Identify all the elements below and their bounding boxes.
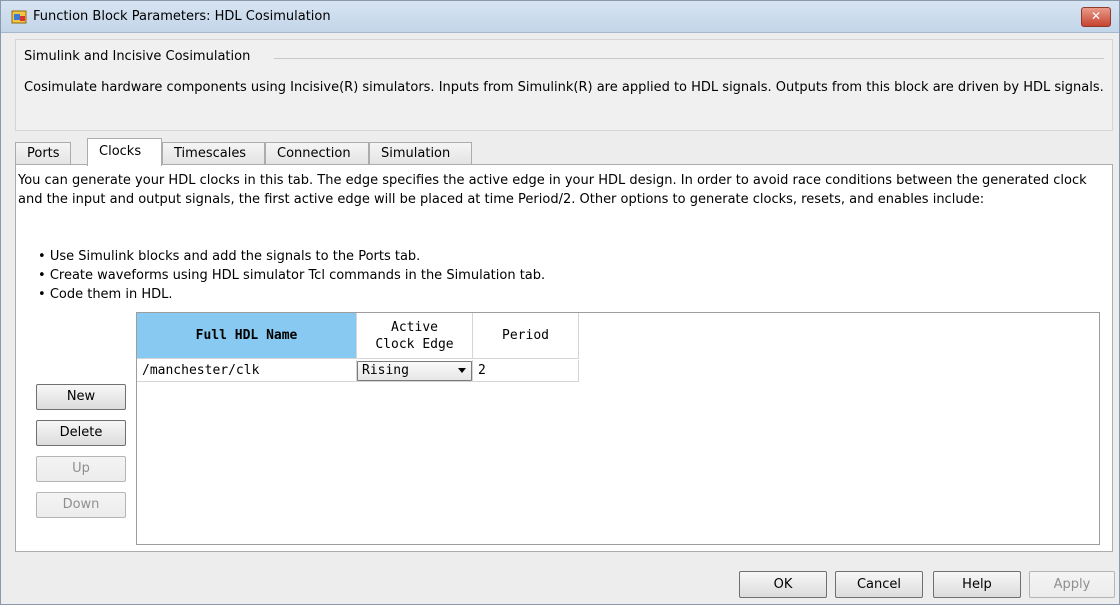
up-button[interactable]: Up [36,456,126,482]
window-title: Function Block Parameters: HDL Cosimulat… [33,9,331,24]
down-button[interactable]: Down [36,492,126,518]
close-icon: ✕ [1090,9,1102,23]
apply-button[interactable]: Apply [1029,571,1115,598]
column-header-active-clock-edge[interactable]: Active Clock Edge [357,313,473,359]
block-description-group: Simulink and Incisive Cosimulation Cosim… [15,39,1113,131]
list-item: Create waveforms using HDL simulator Tcl… [38,266,545,285]
delete-button[interactable]: Delete [36,420,126,446]
column-header-period[interactable]: Period [473,313,579,359]
group-title: Simulink and Incisive Cosimulation [24,49,251,64]
clocks-description: You can generate your HDL clocks in this… [18,173,1087,207]
list-item: Use Simulink blocks and add the signals … [38,247,545,266]
clocks-options-list: Use Simulink blocks and add the signals … [38,247,545,304]
column-header-full-hdl-name[interactable]: Full HDL Name [137,313,357,359]
cancel-button[interactable]: Cancel [835,571,923,598]
tab-simulation[interactable]: Simulation [369,142,472,165]
simulink-block-icon [11,10,27,24]
new-button[interactable]: New [36,384,126,410]
cell-full-hdl-name[interactable]: /manchester/clk [137,360,357,382]
clock-edge-value: Rising [362,363,409,378]
block-description: Cosimulate hardware components using Inc… [24,80,1104,95]
tab-connection[interactable]: Connection [265,142,369,165]
tab-ports[interactable]: Ports [15,142,71,165]
clocks-table[interactable]: Full HDL Name Active Clock Edge Period /… [136,312,1100,545]
clocks-tab-panel: You can generate your HDL clocks in this… [15,164,1113,552]
ok-button[interactable]: OK [739,571,827,598]
cell-period[interactable]: 2 [473,360,579,382]
tab-timescales[interactable]: Timescales [162,142,265,165]
tab-clocks[interactable]: Clocks [87,138,162,166]
list-item: Code them in HDL. [38,285,545,304]
title-bar[interactable]: Function Block Parameters: HDL Cosimulat… [1,1,1119,33]
dialog-window: Function Block Parameters: HDL Cosimulat… [0,0,1120,605]
close-button[interactable]: ✕ [1081,7,1111,27]
clock-edge-dropdown[interactable]: Rising [357,361,472,381]
chevron-down-icon [458,368,466,373]
group-divider [274,58,1104,59]
help-button[interactable]: Help [933,571,1021,598]
